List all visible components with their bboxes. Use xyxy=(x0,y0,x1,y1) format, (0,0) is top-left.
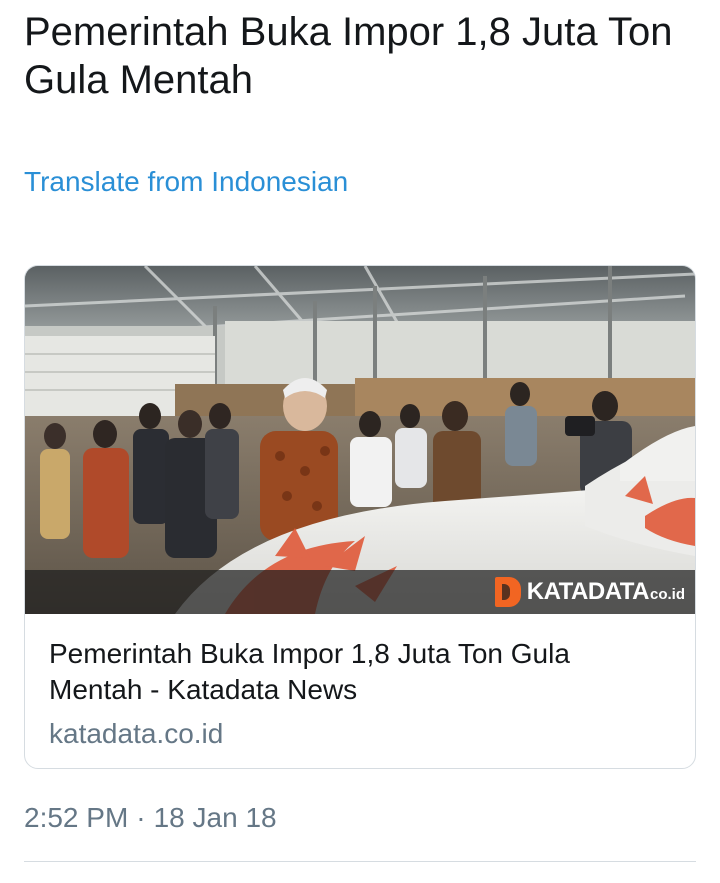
tweet-time: 2:52 PM xyxy=(24,802,129,833)
watermark-name: KATADATA xyxy=(526,578,650,605)
translate-link[interactable]: Translate from Indonesian xyxy=(24,164,348,200)
card-image[interactable]: KATADATA co.id xyxy=(25,266,695,614)
warehouse-photo xyxy=(25,266,695,614)
tweet-timestamp[interactable]: 2:52 PM · 18 Jan 18 xyxy=(24,800,277,836)
timestamp-separator: · xyxy=(136,802,146,833)
tweet-date: 18 Jan 18 xyxy=(153,802,277,833)
divider xyxy=(24,861,696,862)
katadata-logo: KATADATA co.id xyxy=(494,576,685,608)
tweet-text: Pemerintah Buka Impor 1,8 Juta Ton Gula … xyxy=(24,10,673,102)
card-title[interactable]: Pemerintah Buka Impor 1,8 Juta Ton Gula … xyxy=(49,636,669,708)
card-domain: katadata.co.id xyxy=(49,718,224,749)
katadata-d-icon xyxy=(494,577,521,607)
link-preview-card[interactable]: KATADATA co.id Pemerintah Buka Impor 1,8… xyxy=(24,265,696,769)
watermark-suffix: co.id xyxy=(649,586,685,603)
